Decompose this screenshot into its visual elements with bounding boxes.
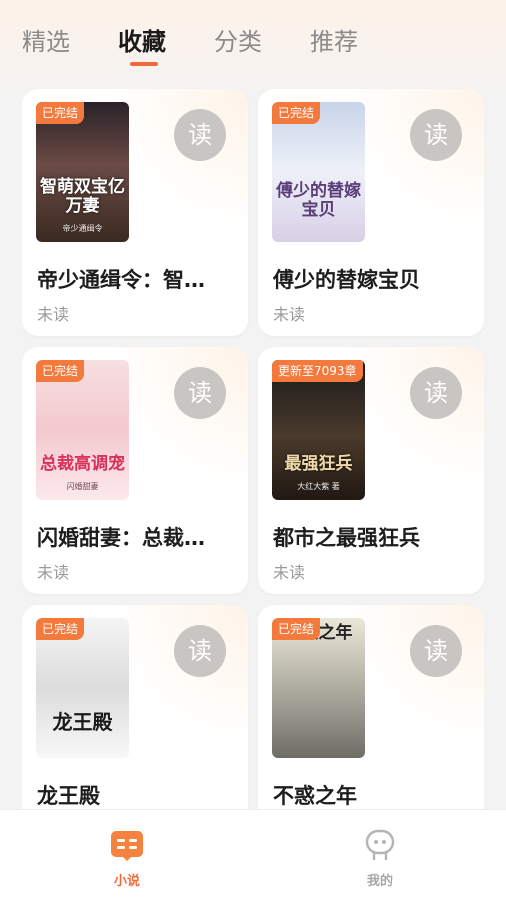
book-cover[interactable]: 傅少的替嫁宝贝 已完结 (272, 102, 365, 242)
book-card[interactable]: 龙王殿 已完结 读 龙王殿 (22, 605, 248, 809)
nav-label-novels: 小说 (113, 874, 140, 889)
nav-novels[interactable]: 小说 (67, 810, 187, 900)
nav-label-profile: 我的 (366, 874, 393, 889)
tab-recommended[interactable]: 推荐 (310, 22, 358, 57)
book-cover[interactable]: 龙王殿 已完结 (36, 618, 129, 758)
status-badge: 已完结 (272, 618, 321, 640)
book-title[interactable]: 闪婚甜妻：总裁… (37, 522, 237, 552)
book-title[interactable]: 不惑之年 (273, 780, 473, 809)
read-status: 未读 (37, 563, 70, 582)
read-status: 未读 (273, 563, 306, 582)
nav-profile[interactable]: 我的 (320, 810, 440, 900)
favorites-grid: 智萌双宝亿万妻 帝少通缉令 已完结 读 帝少通缉令：智… 未读 傅少的替嫁宝贝 … (22, 89, 484, 809)
cover-title: 傅少的替嫁宝贝 (276, 181, 361, 220)
book-cover[interactable]: 不惑之年 已完结 (272, 618, 365, 758)
tab-categories[interactable]: 分类 (214, 22, 262, 57)
book-card[interactable]: 最强狂兵 大红大紫 著 更新至7093章 读 都市之最强狂兵 未读 (258, 347, 484, 594)
cover-author: 大红大紫 著 (297, 482, 340, 491)
book-title[interactable]: 龙王殿 (37, 780, 237, 809)
read-button[interactable]: 读 (410, 109, 462, 161)
read-status: 未读 (273, 305, 306, 324)
cover-author: 闪婚甜妻 (66, 482, 99, 491)
book-title[interactable]: 帝少通缉令：智… (37, 264, 237, 294)
status-badge: 已完结 (36, 102, 85, 124)
bottom-nav-bar: 小说 我的 (0, 809, 506, 900)
top-tab-bar: 精选 收藏 分类 推荐 (0, 0, 506, 86)
cover-title: 龙王殿 (52, 710, 113, 734)
book-icon (111, 831, 143, 861)
cover-title: 总裁高调宠 (40, 454, 125, 474)
read-status: 未读 (37, 305, 70, 324)
book-cover[interactable]: 最强狂兵 大红大紫 著 更新至7093章 (272, 360, 365, 500)
book-cover[interactable]: 智萌双宝亿万妻 帝少通缉令 已完结 (36, 102, 129, 242)
read-button[interactable]: 读 (410, 367, 462, 419)
profile-icon (365, 829, 395, 861)
book-title[interactable]: 都市之最强狂兵 (273, 522, 473, 552)
read-button[interactable]: 读 (174, 367, 226, 419)
book-title[interactable]: 傅少的替嫁宝贝 (273, 264, 473, 294)
cover-title: 智萌双宝亿万妻 (40, 177, 125, 216)
status-badge: 已完结 (272, 102, 321, 124)
tab-favorites[interactable]: 收藏 (118, 22, 166, 57)
cover-author: 帝少通缉令 (62, 224, 103, 233)
read-button[interactable]: 读 (174, 625, 226, 677)
book-card[interactable]: 不惑之年 已完结 读 不惑之年 (258, 605, 484, 809)
read-button[interactable]: 读 (174, 109, 226, 161)
tab-featured[interactable]: 精选 (22, 22, 70, 57)
book-card[interactable]: 总裁高调宠 闪婚甜妻 已完结 读 闪婚甜妻：总裁… 未读 (22, 347, 248, 594)
read-button[interactable]: 读 (410, 625, 462, 677)
status-badge: 更新至7093章 (272, 360, 363, 382)
book-card[interactable]: 智萌双宝亿万妻 帝少通缉令 已完结 读 帝少通缉令：智… 未读 (22, 89, 248, 336)
status-badge: 已完结 (36, 360, 85, 382)
cover-title: 最强狂兵 (284, 454, 353, 474)
status-badge: 已完结 (36, 618, 85, 640)
active-tab-indicator (130, 62, 158, 66)
book-card[interactable]: 傅少的替嫁宝贝 已完结 读 傅少的替嫁宝贝 未读 (258, 89, 484, 336)
book-cover[interactable]: 总裁高调宠 闪婚甜妻 已完结 (36, 360, 129, 500)
